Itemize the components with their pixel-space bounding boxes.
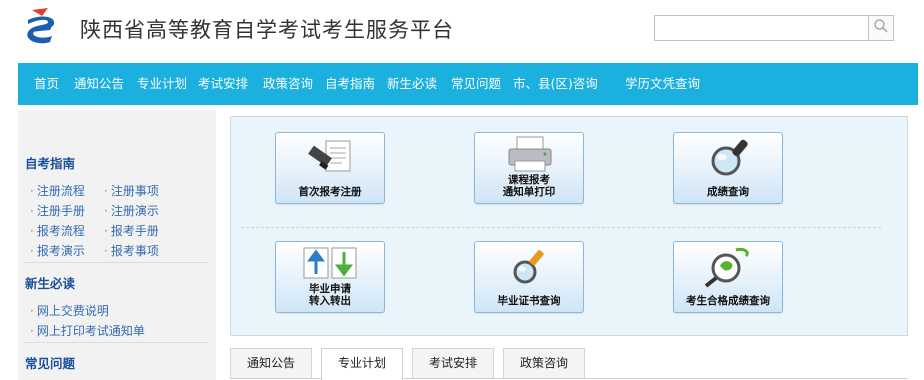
nav-item-major-plan[interactable]: 专业计划 — [137, 63, 187, 105]
nav-item-home[interactable]: 首页 — [34, 63, 59, 105]
sidebar-link[interactable]: 报考流程 — [30, 222, 85, 239]
sidebar-link[interactable]: 网上打印考试通知单 — [30, 322, 145, 339]
sidebar-heading-guide[interactable]: 自考指南 — [25, 153, 75, 172]
nav-item-exam-schedule[interactable]: 考试安排 — [198, 63, 248, 105]
sidebar-link[interactable]: 注册演示 — [104, 202, 159, 219]
sidebar-link[interactable]: 报考手册 — [104, 222, 159, 239]
nav-item-notices[interactable]: 通知公告 — [74, 63, 124, 105]
tile-qualified-score-query[interactable]: 考生合格成绩查询 — [673, 241, 783, 313]
main-nav: 首页 通知公告 专业计划 考试安排 政策咨询 自考指南 新生必读 常见问题 市、… — [18, 63, 918, 105]
sidebar-heading-freshman[interactable]: 新生必读 — [25, 273, 75, 292]
content-tabs: 通知公告 专业计划 考试安排 政策咨询 — [230, 348, 908, 380]
tile-label: 成绩查询 — [707, 186, 749, 198]
search-input[interactable] — [655, 16, 869, 40]
tile-graduation-transfer[interactable]: 毕业申请 转入转出 — [275, 241, 385, 313]
tab-exam-schedule[interactable]: 考试安排 — [412, 348, 494, 378]
tile-diploma-query[interactable]: 毕业证书查询 — [474, 241, 584, 313]
tile-label: 考生合格成绩查询 — [686, 295, 770, 307]
tab-policy[interactable]: 政策咨询 — [503, 348, 585, 378]
sidebar-link[interactable]: 网上交费说明 — [30, 302, 109, 319]
site-title: 陕西省高等教育自学考试考生服务平台 — [80, 18, 454, 42]
site-header: 陕西省高等教育自学考试考生服务平台 — [0, 0, 924, 58]
nav-item-faq[interactable]: 常见问题 — [451, 63, 501, 105]
nav-item-freshman[interactable]: 新生必读 — [387, 63, 437, 105]
sidebar-link[interactable]: 报考事项 — [104, 242, 159, 259]
nav-item-county-consult[interactable]: 市、县(区)咨询 — [513, 63, 598, 105]
sidebar-link[interactable]: 注册事项 — [104, 182, 159, 199]
sidebar-link[interactable]: 报考演示 — [30, 242, 85, 259]
sidebar: 自考指南 注册流程 注册事项 注册手册 注册演示 报考流程 报考手册 报考演示 … — [18, 110, 216, 380]
service-panel: 首次报考注册 课程报考 通知单打印 成绩查询 毕业申请 转入转出 毕业证书查询 … — [230, 116, 908, 336]
printer-icon — [508, 136, 552, 172]
certificate-search-icon — [513, 250, 544, 284]
sidebar-link[interactable]: 注册手册 — [30, 202, 85, 219]
magnifier-icon — [711, 139, 748, 176]
tile-label: 课程报考 通知单打印 — [502, 174, 556, 198]
search-box — [654, 15, 894, 41]
qualified-score-search-icon — [704, 248, 749, 288]
tile-label: 毕业申请 转入转出 — [309, 283, 351, 307]
nav-item-guide[interactable]: 自考指南 — [325, 63, 375, 105]
transfer-arrows-icon — [303, 247, 357, 279]
tile-score-query[interactable]: 成绩查询 — [673, 132, 783, 204]
nav-item-diploma-query[interactable]: 学历文凭查询 — [625, 63, 700, 105]
search-button[interactable] — [868, 16, 893, 40]
nav-item-policy[interactable]: 政策咨询 — [263, 63, 313, 105]
panel-divider — [241, 227, 881, 228]
sidebar-divider — [25, 262, 207, 263]
search-icon — [873, 18, 889, 38]
sidebar-heading-faq[interactable]: 常见问题 — [25, 353, 75, 372]
tab-major-plan[interactable]: 专业计划 — [321, 348, 403, 380]
tile-label: 首次报考注册 — [298, 186, 362, 198]
sidebar-divider — [25, 342, 207, 343]
document-register-icon — [308, 140, 351, 172]
brand-logo-icon[interactable] — [22, 6, 62, 50]
tile-label: 毕业证书查询 — [497, 295, 561, 307]
tile-first-registration[interactable]: 首次报考注册 — [275, 132, 385, 204]
tile-course-notice-print[interactable]: 课程报考 通知单打印 — [474, 132, 584, 204]
tab-notices[interactable]: 通知公告 — [230, 348, 312, 378]
sidebar-link[interactable]: 注册流程 — [30, 182, 85, 199]
